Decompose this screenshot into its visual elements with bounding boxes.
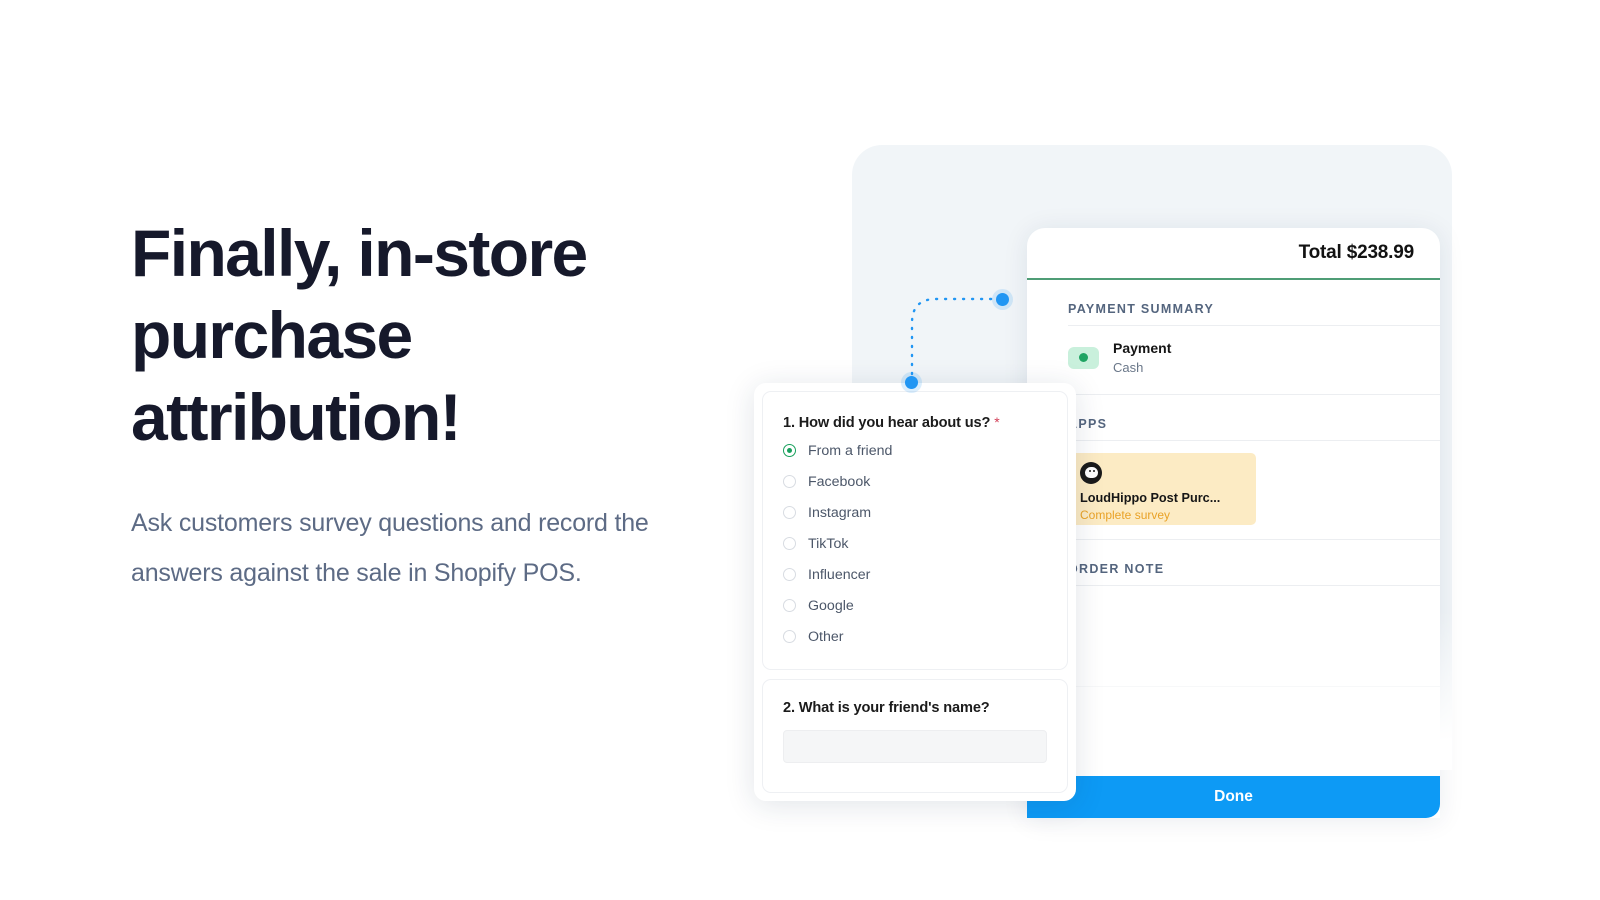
payment-text: Payment Cash [1113, 340, 1171, 376]
connector-node-top [996, 293, 1009, 306]
hero-copy: Finally, in-store purchase attribution! … [131, 212, 691, 587]
payment-title: Payment [1113, 340, 1172, 356]
apps-body: LoudHippo Post Purc... Complete survey [1027, 441, 1440, 539]
radio-icon[interactable] [783, 568, 796, 581]
green-dot-icon [1079, 353, 1088, 363]
radio-icon[interactable] [783, 537, 796, 550]
connector-node-bottom [905, 376, 918, 389]
survey-question-1: 1. How did you hear about us? * From a f… [762, 391, 1068, 670]
pos-total-amount: Total $238.99 [1298, 242, 1415, 263]
option-label: Other [808, 628, 844, 645]
option-tiktok[interactable]: TikTok [783, 528, 1047, 559]
pos-total-row: Total $238.99 [1027, 228, 1440, 278]
page-title: Finally, in-store purchase attribution! [131, 216, 588, 454]
payment-summary-heading: PAYMENT SUMMARY [1068, 302, 1215, 316]
product-mockup: Total $238.99 PAYMENT SUMMARY Payment Ca… [740, 130, 1500, 830]
option-label: Google [808, 597, 854, 614]
radio-icon[interactable] [783, 630, 796, 643]
friend-name-input[interactable] [783, 730, 1047, 763]
radio-icon[interactable] [783, 506, 796, 519]
option-google[interactable]: Google [783, 590, 1047, 621]
survey-card: 1. How did you hear about us? * From a f… [754, 383, 1076, 801]
option-label: Influencer [808, 566, 871, 583]
question-1-text: 1. How did you hear about us? [783, 415, 991, 431]
option-label: TikTok [808, 535, 849, 552]
payment-method: Cash [1113, 359, 1144, 375]
option-label: Facebook [808, 473, 871, 490]
payment-status-icon [1068, 346, 1099, 369]
done-button[interactable]: Done [1027, 776, 1440, 818]
hero-subtitle: Ask customers survey questions and recor… [131, 509, 649, 587]
radio-icon[interactable] [783, 475, 796, 488]
radio-icon[interactable] [783, 599, 796, 612]
option-influencer[interactable]: Influencer [783, 559, 1047, 590]
app-name: LoudHippo Post Purc... [1080, 490, 1221, 505]
option-instagram[interactable]: Instagram [783, 497, 1047, 528]
option-from-a-friend[interactable]: From a friend [783, 435, 1047, 466]
apps-heading: APPS [1068, 416, 1108, 431]
option-facebook[interactable]: Facebook [783, 466, 1047, 497]
option-other[interactable]: Other [783, 621, 1047, 652]
app-action-link[interactable]: Complete survey [1080, 508, 1244, 522]
question-1-title: 1. How did you hear about us? * [783, 414, 1047, 431]
order-note-heading: ORDER NOTE [1068, 561, 1165, 576]
page-canvas: Finally, in-store purchase attribution! … [0, 0, 1600, 900]
payment-row[interactable]: Payment Cash [1027, 326, 1440, 394]
loudhippo-logo-icon [1080, 461, 1102, 484]
option-label: Instagram [808, 504, 872, 521]
question-2-title: 2. What is your friend's name? [783, 700, 990, 716]
survey-question-2: 2. What is your friend's name? [762, 679, 1068, 793]
option-label: From a friend [808, 442, 893, 459]
required-marker-icon: * [994, 414, 1000, 430]
radio-icon-selected[interactable] [783, 444, 796, 457]
app-card-loudhippo[interactable]: LoudHippo Post Purc... Complete survey [1068, 452, 1256, 525]
